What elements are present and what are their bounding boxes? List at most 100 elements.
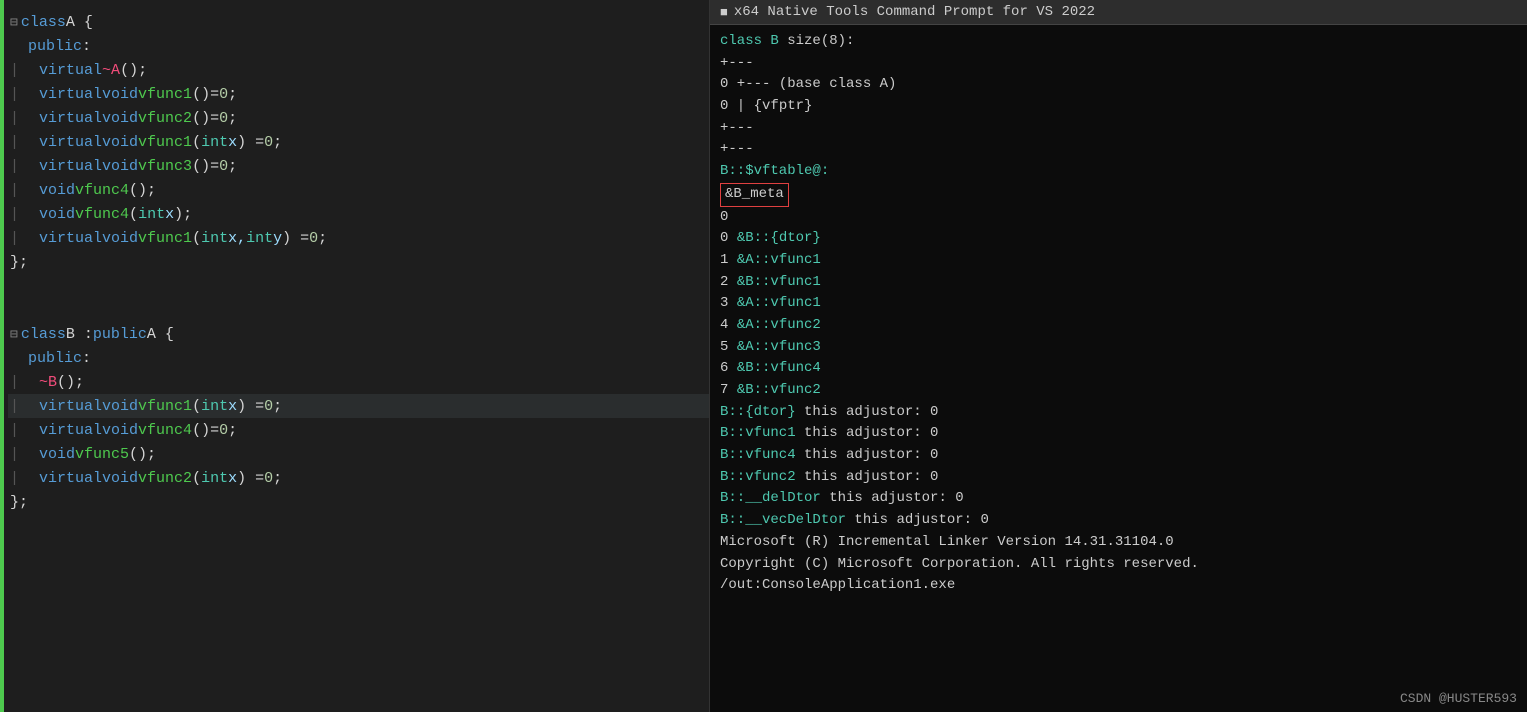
code-token: 0 [264, 134, 273, 151]
code-token: (); [57, 374, 84, 391]
highlighted-symbol: &B_meta [720, 183, 789, 207]
code-token: () [120, 62, 138, 79]
code-token: ~ [39, 374, 48, 391]
tree-indent: | [10, 374, 37, 391]
code-token: void [39, 206, 75, 223]
code-token: void [102, 398, 138, 415]
terminal-line: +--- [720, 118, 1517, 140]
code-line: | void vfunc5(); [8, 442, 709, 466]
code-line: | virtual ~A(); [8, 58, 709, 82]
code-token: vfunc1 [138, 230, 192, 247]
code-token: void [39, 182, 75, 199]
code-token: ~ [102, 62, 111, 79]
code-token: vfunc2 [138, 110, 192, 127]
code-line [8, 298, 709, 322]
code-token: : [82, 38, 91, 55]
code-token: x, [228, 230, 246, 247]
terminal-line: B::__vecDelDtor this adjustor: 0 [720, 510, 1517, 532]
code-token: x [228, 470, 237, 487]
code-line: | virtual void vfunc1(int x, int y) = 0; [8, 226, 709, 250]
code-token: ( [192, 134, 201, 151]
code-token: A { [66, 14, 93, 31]
code-token: vfunc1 [138, 398, 192, 415]
code-token: void [102, 470, 138, 487]
tree-indent: | [10, 422, 37, 439]
terminal-panel: ■ x64 Native Tools Command Prompt for VS… [710, 0, 1527, 712]
tree-indent: | [10, 158, 37, 175]
code-token: ; [273, 470, 282, 487]
terminal-line: B::$vftable@: [720, 161, 1517, 183]
code-token: = [210, 422, 219, 439]
code-token: virtual [39, 62, 102, 79]
code-line: | virtual void vfunc2(int x) = 0; [8, 466, 709, 490]
code-token: public [28, 38, 82, 55]
code-token: 0 [264, 470, 273, 487]
fold-icon[interactable]: ⊟ [10, 15, 18, 30]
terminal-line: B::vfunc2 this adjustor: 0 [720, 467, 1517, 489]
code-token: void [39, 446, 75, 463]
code-token: ) = [237, 134, 264, 151]
code-token: 0 [264, 398, 273, 415]
code-token: ; [318, 230, 327, 247]
code-token: int [201, 470, 228, 487]
code-token: x [228, 398, 237, 415]
code-token: void [102, 158, 138, 175]
code-token: vfunc1 [138, 134, 192, 151]
terminal-line: 4 &A::vfunc2 [720, 315, 1517, 337]
code-token: ) = [282, 230, 309, 247]
terminal-line: 3 &A::vfunc1 [720, 293, 1517, 315]
code-token: () [192, 110, 210, 127]
code-token: y [273, 230, 282, 247]
code-token: ( [129, 206, 138, 223]
code-token: A [111, 62, 120, 79]
code-token: 0 [219, 110, 228, 127]
code-token: ; [228, 158, 237, 175]
code-token: virtual [39, 422, 102, 439]
code-token: () [192, 158, 210, 175]
code-token: int [201, 398, 228, 415]
code-line: | void vfunc4(int x); [8, 202, 709, 226]
code-token: int [201, 230, 228, 247]
code-token: public [28, 350, 82, 367]
code-token: () [192, 422, 210, 439]
code-line: | virtual void vfunc1(int x) = 0; [8, 130, 709, 154]
code-token: }; [10, 254, 28, 271]
code-token: vfunc4 [75, 182, 129, 199]
code-token: () [192, 86, 210, 103]
code-token: virtual [39, 158, 102, 175]
terminal-line: B::{dtor} this adjustor: 0 [720, 402, 1517, 424]
code-token: virtual [39, 230, 102, 247]
tree-indent: | [10, 110, 37, 127]
fold-icon[interactable]: ⊟ [10, 327, 18, 342]
code-token: vfunc1 [138, 86, 192, 103]
code-token: virtual [39, 110, 102, 127]
terminal-line: 0 &B::{dtor} [720, 228, 1517, 250]
code-token: (); [129, 446, 156, 463]
terminal-line: 2 &B::vfunc1 [720, 272, 1517, 294]
code-token: virtual [39, 86, 102, 103]
terminal-icon: ■ [720, 5, 728, 20]
code-token: ; [138, 62, 147, 79]
green-indicator-bar [0, 0, 4, 712]
code-line [8, 274, 709, 298]
code-token: A { [147, 326, 174, 343]
code-token: int [246, 230, 273, 247]
terminal-line: 0 | {vfptr} [720, 96, 1517, 118]
code-line: public: [8, 34, 709, 58]
code-token: B : [66, 326, 93, 343]
terminal-line: class B size(8): [720, 31, 1517, 53]
watermark: CSDN @HUSTER593 [1400, 691, 1517, 706]
code-line: | virtual void vfunc1() = 0; [8, 82, 709, 106]
code-token: vfunc2 [138, 470, 192, 487]
code-token: 0 [219, 422, 228, 439]
code-token: = [210, 110, 219, 127]
terminal-line: 7 &B::vfunc2 [720, 380, 1517, 402]
code-token: void [102, 110, 138, 127]
code-token: B [48, 374, 57, 391]
terminal-line: /out:ConsoleApplication1.exe [720, 575, 1517, 597]
code-line: }; [8, 490, 709, 514]
code-token: ; [273, 398, 282, 415]
code-token: vfunc5 [75, 446, 129, 463]
terminal-header: ■ x64 Native Tools Command Prompt for VS… [710, 0, 1527, 25]
terminal-line: Copyright (C) Microsoft Corporation. All… [720, 554, 1517, 576]
